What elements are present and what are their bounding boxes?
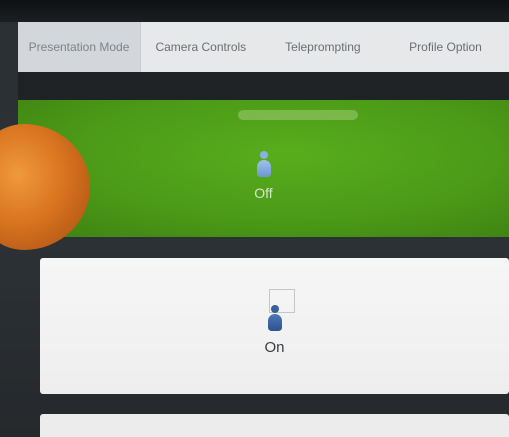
screen-glare: [238, 110, 358, 120]
tab-label: Profile Option: [409, 40, 482, 54]
mode-option-partial[interactable]: [40, 414, 509, 437]
mode-off-button[interactable]: Off: [18, 100, 509, 237]
tab-content-divider: [18, 72, 509, 100]
tab-bar: Presentation Mode Camera Controls Telepr…: [18, 22, 509, 72]
tab-label: Presentation Mode: [28, 40, 130, 54]
tab-profile-options[interactable]: Profile Option: [385, 22, 509, 72]
mode-off-label: Off: [254, 184, 273, 201]
icon-wrapper: [267, 288, 295, 333]
tab-label: Teleprompting: [285, 40, 361, 54]
touch-panel-screen: Presentation Mode Camera Controls Telepr…: [0, 0, 509, 437]
person-icon: [256, 150, 272, 179]
tab-presentation-mode[interactable]: Presentation Mode: [18, 22, 142, 72]
tab-camera-controls[interactable]: Camera Controls: [141, 22, 261, 72]
person-icon: [267, 304, 283, 333]
tab-teleprompting[interactable]: Teleprompting: [261, 22, 386, 72]
icon-wrapper: [256, 150, 272, 179]
tab-label: Camera Controls: [155, 40, 247, 54]
mode-on-label: On: [264, 338, 285, 356]
mode-on-button[interactable]: On: [40, 258, 509, 394]
screen-bezel: [0, 0, 509, 22]
